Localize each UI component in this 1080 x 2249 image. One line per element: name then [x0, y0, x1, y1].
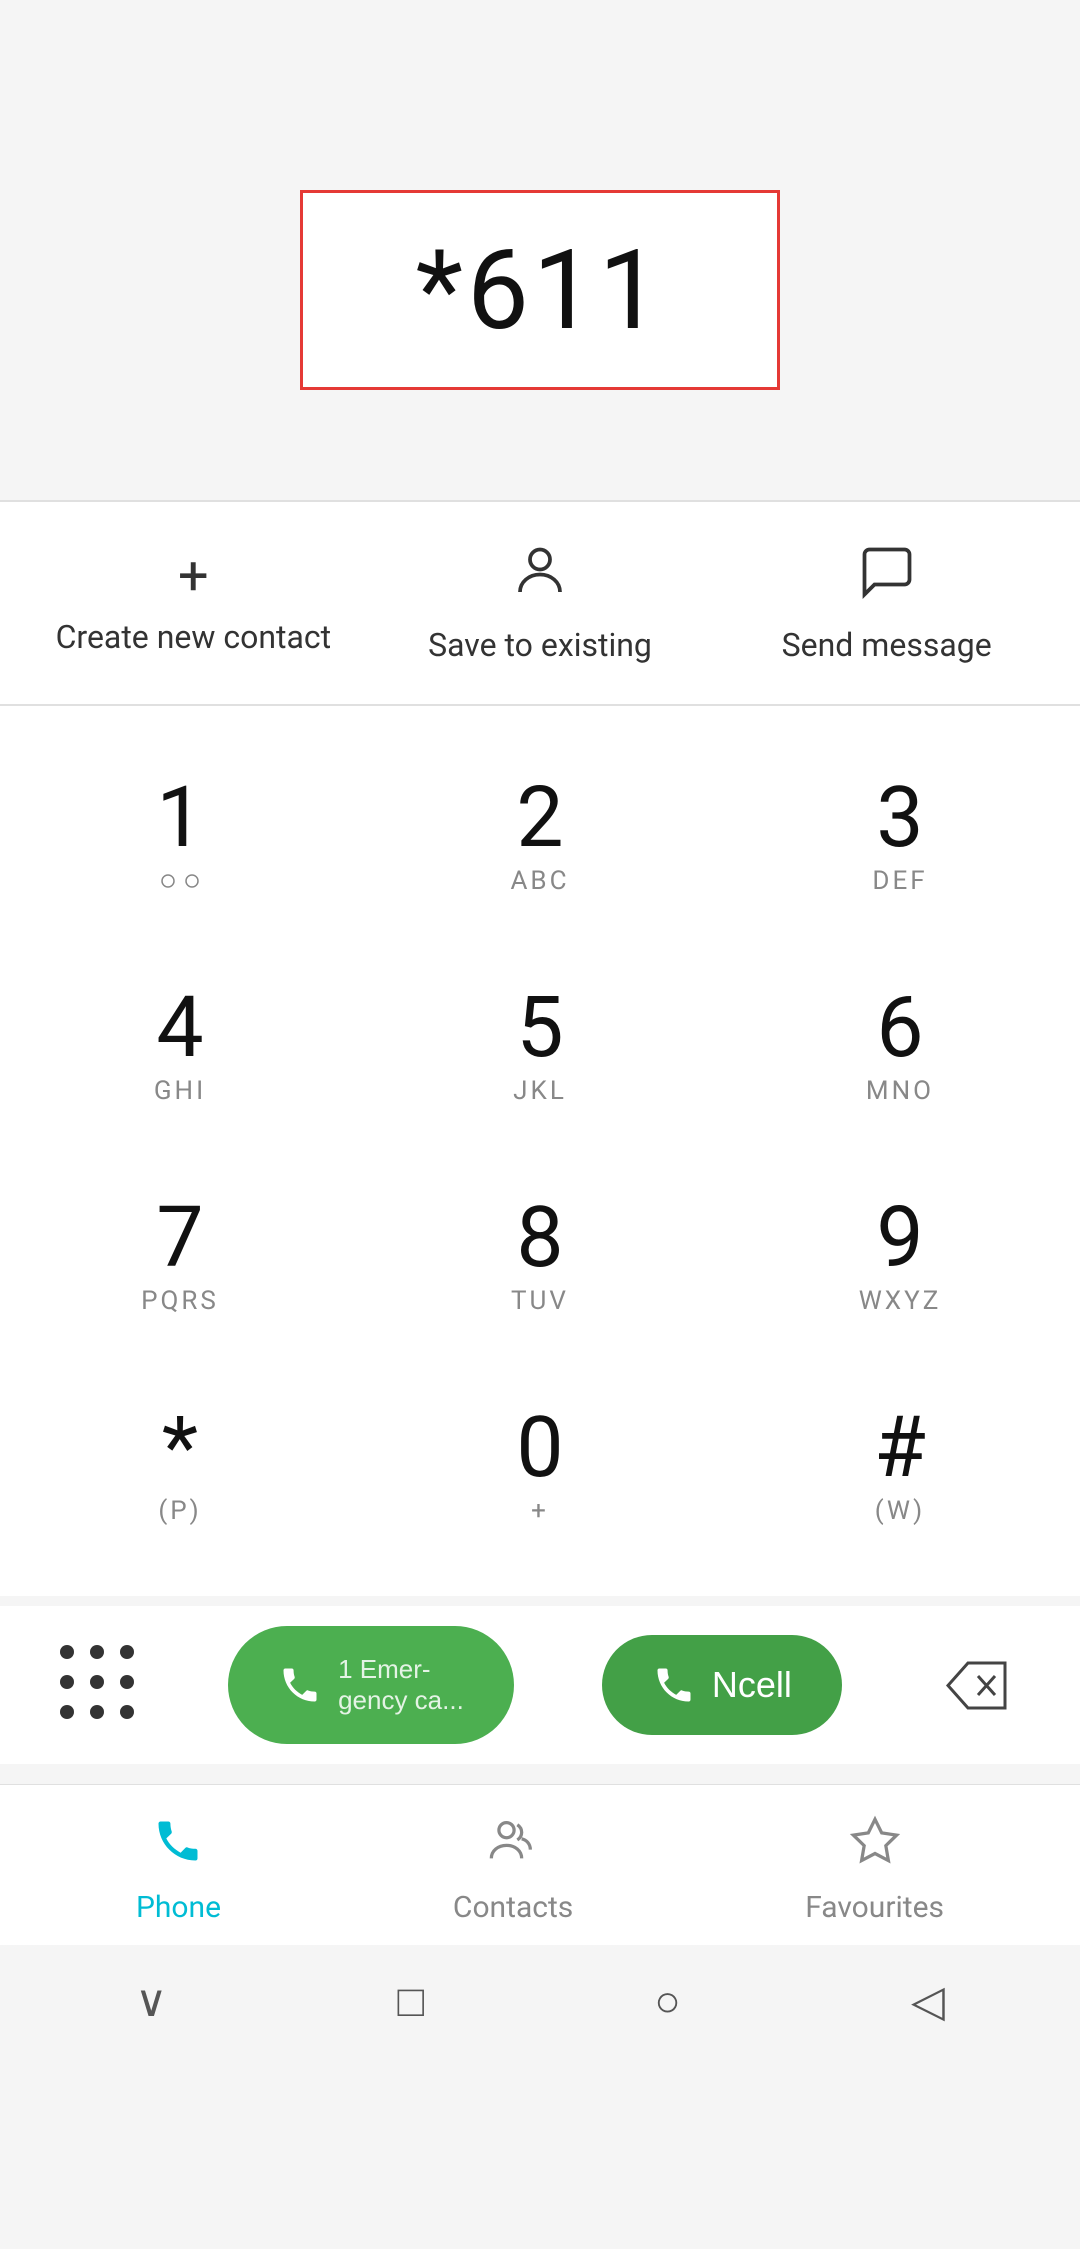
- person-icon: [510, 542, 570, 612]
- dial-letters-3: DEF: [872, 866, 927, 896]
- phone-nav-icon: [152, 1815, 204, 1880]
- dial-letters-8: TUV: [511, 1286, 569, 1316]
- contacts-nav-label: Contacts: [453, 1890, 573, 1925]
- dialpad-row-4: * (P) 0 + # (W): [0, 1366, 1080, 1566]
- dial-number-1: 1: [156, 776, 203, 860]
- call-icon-emergency: [278, 1663, 322, 1707]
- dial-letters-9: WXYZ: [859, 1286, 942, 1316]
- nav-back-button[interactable]: ◁: [911, 1975, 945, 2027]
- top-section: *611: [0, 0, 1080, 500]
- dialpad-row-1: 1 2 ABC 3 DEF: [0, 736, 1080, 936]
- nav-item-phone[interactable]: Phone: [136, 1815, 221, 1925]
- dial-number-6: 6: [876, 986, 923, 1070]
- nav-home-button[interactable]: ○: [654, 1975, 681, 2027]
- dial-letters-4: GHI: [154, 1076, 206, 1106]
- nav-recent-button[interactable]: □: [398, 1975, 425, 2027]
- dial-number-4: 4: [156, 986, 203, 1070]
- dialpad-row-2: 4 GHI 5 JKL 6 MNO: [0, 946, 1080, 1146]
- backspace-button[interactable]: [930, 1650, 1020, 1720]
- dial-key-9[interactable]: 9 WXYZ: [750, 1156, 1050, 1356]
- dial-letters-7: PQRS: [141, 1286, 219, 1316]
- call-emergency-button[interactable]: 1 Emer- gency ca...: [228, 1626, 514, 1744]
- dial-letters-0: +: [531, 1496, 549, 1526]
- dial-letters-2: ABC: [510, 866, 569, 896]
- dial-number-star: *: [162, 1406, 198, 1490]
- dial-key-hash[interactable]: # (W): [750, 1366, 1050, 1566]
- emergency-label: gency ca...: [338, 1685, 464, 1716]
- dial-letters-5: JKL: [513, 1076, 567, 1106]
- bottom-controls: 1 Emer- gency ca... Ncell: [0, 1606, 1080, 1764]
- dial-letters-6: MNO: [866, 1076, 934, 1106]
- dial-number-0: 0: [516, 1406, 563, 1490]
- favourites-nav-label: Favourites: [805, 1890, 944, 1925]
- dial-letters-star: (P): [158, 1496, 201, 1526]
- dial-key-5[interactable]: 5 JKL: [390, 946, 690, 1146]
- dial-number-hash: #: [874, 1406, 926, 1490]
- dial-number-9: 9: [876, 1196, 923, 1280]
- dial-key-star[interactable]: * (P): [30, 1366, 330, 1566]
- save-existing-label: Save to existing: [428, 626, 652, 664]
- dial-number-8: 8: [516, 1196, 563, 1280]
- dial-key-0[interactable]: 0 +: [390, 1366, 690, 1566]
- dialpad: 1 2 ABC 3 DEF 4 GHI 5 JKL 6 MN: [0, 706, 1080, 1596]
- call-ncell-button[interactable]: Ncell: [602, 1635, 842, 1735]
- system-nav-bar: ∨ □ ○ ◁: [0, 1945, 1080, 2057]
- dial-key-3[interactable]: 3 DEF: [750, 736, 1050, 936]
- nav-item-favourites[interactable]: Favourites: [805, 1815, 944, 1925]
- bottom-nav: Phone Contacts Favourites: [0, 1784, 1080, 1945]
- create-new-contact-button[interactable]: + Create new contact: [20, 550, 367, 656]
- backspace-icon: [940, 1658, 1010, 1713]
- dial-number-5: 5: [516, 986, 563, 1070]
- dial-key-1[interactable]: 1: [30, 736, 330, 936]
- dial-key-7[interactable]: 7 PQRS: [30, 1156, 330, 1356]
- send-message-button[interactable]: Send message: [713, 542, 1060, 664]
- dial-key-2[interactable]: 2 ABC: [390, 736, 690, 936]
- dial-key-4[interactable]: 4 GHI: [30, 946, 330, 1146]
- action-row: + Create new contact Save to existing Se…: [0, 502, 1080, 706]
- dial-letters-1: [160, 866, 200, 896]
- call-icon-ncell: [652, 1663, 696, 1707]
- chat-icon: [857, 542, 917, 612]
- sim1-label: 1 Emer-: [338, 1654, 464, 1685]
- contacts-nav-icon: [487, 1815, 539, 1880]
- dial-letters-hash: (W): [875, 1496, 925, 1526]
- save-to-existing-button[interactable]: Save to existing: [367, 542, 714, 664]
- create-contact-label: Create new contact: [56, 618, 332, 656]
- dial-number-3: 3: [876, 776, 923, 860]
- ncell-label: Ncell: [712, 1664, 792, 1706]
- number-display[interactable]: *611: [300, 190, 780, 390]
- nav-down-button[interactable]: ∨: [135, 1975, 167, 2027]
- dial-key-6[interactable]: 6 MNO: [750, 946, 1050, 1146]
- plus-icon: +: [178, 550, 209, 604]
- dialed-number: *611: [416, 226, 665, 355]
- nav-item-contacts[interactable]: Contacts: [453, 1815, 573, 1925]
- dial-number-7: 7: [156, 1196, 203, 1280]
- dial-key-8[interactable]: 8 TUV: [390, 1156, 690, 1356]
- dialpad-toggle-button[interactable]: [60, 1645, 140, 1725]
- phone-nav-label: Phone: [136, 1890, 221, 1925]
- favourites-nav-icon: [849, 1815, 901, 1880]
- dialpad-row-3: 7 PQRS 8 TUV 9 WXYZ: [0, 1156, 1080, 1356]
- send-message-label: Send message: [782, 626, 992, 664]
- dial-number-2: 2: [516, 776, 563, 860]
